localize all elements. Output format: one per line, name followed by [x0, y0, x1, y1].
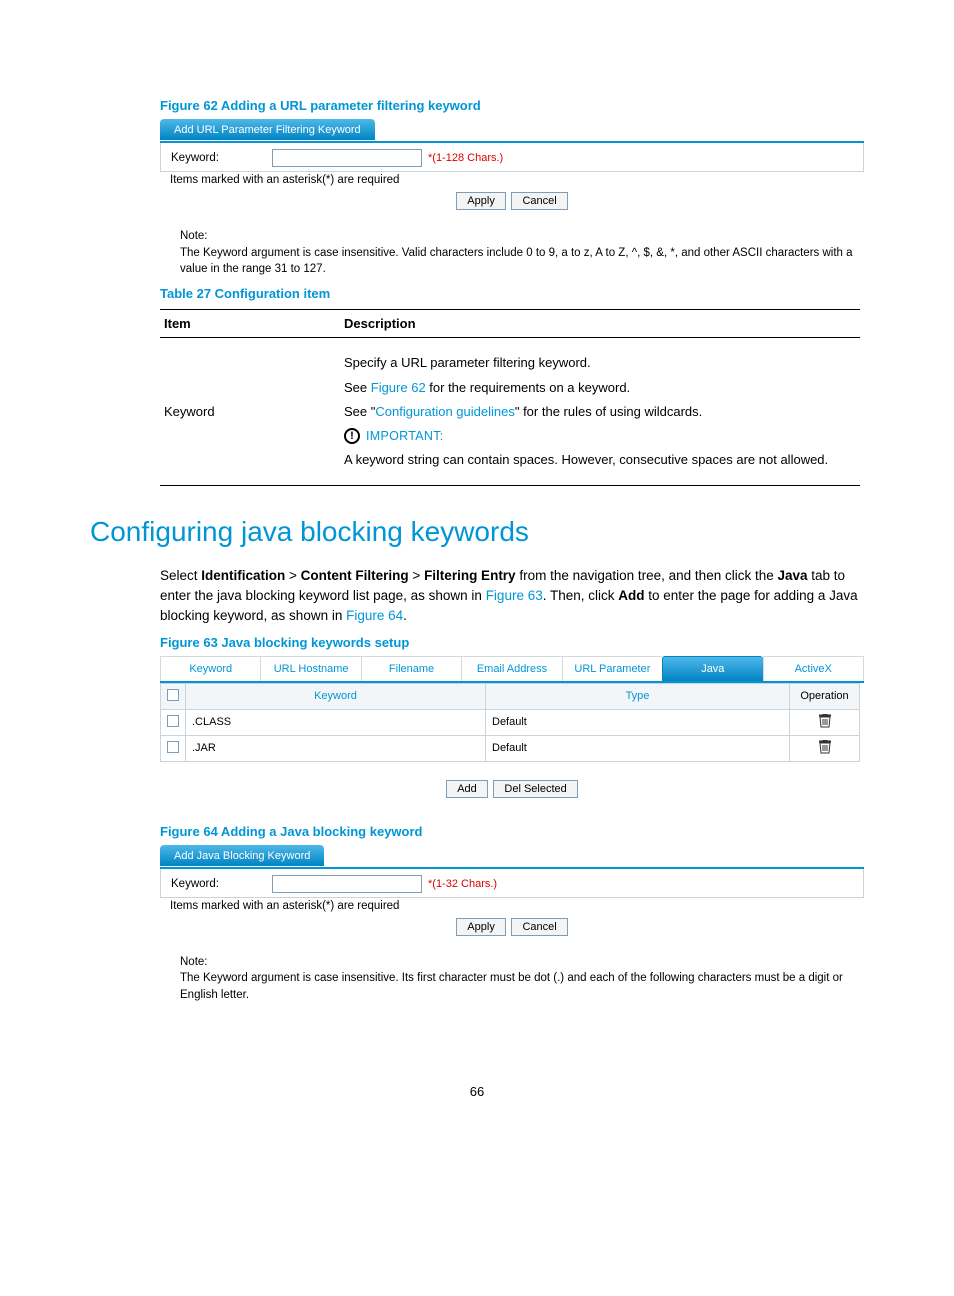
figure62-hint: *(1-128 Chars.): [428, 152, 503, 164]
tab-email-address[interactable]: Email Address: [461, 656, 561, 681]
note-body: The Keyword argument is case insensitive…: [180, 970, 864, 1003]
desc-line4: A keyword string can contain spaces. How…: [344, 450, 856, 470]
figure63-button-row: Add Del Selected: [160, 780, 864, 798]
link-figure62[interactable]: Figure 62: [371, 380, 426, 395]
important-row: ! IMPORTANT:: [344, 427, 856, 446]
delete-icon[interactable]: [819, 719, 831, 731]
nav-paragraph: Select Identification > Content Filterin…: [160, 566, 864, 627]
figure63-caption: Figure 63 Java blocking keywords setup: [160, 635, 864, 650]
tab-filename[interactable]: Filename: [361, 656, 461, 681]
figure64-cancel-button[interactable]: Cancel: [511, 918, 567, 936]
figure63-del-button[interactable]: Del Selected: [493, 780, 577, 798]
tab-url-hostname[interactable]: URL Hostname: [260, 656, 360, 681]
desc-line3: See "Configuration guidelines" for the r…: [344, 402, 856, 422]
table-row: .CLASS Default: [161, 709, 860, 735]
figure62-panel: Add URL Parameter Filtering Keyword Keyw…: [160, 119, 864, 172]
th-operation: Operation: [790, 683, 860, 709]
note-head: Note:: [180, 228, 864, 245]
link-figure63[interactable]: Figure 63: [486, 588, 543, 603]
figure62-caption: Figure 62 Adding a URL parameter filteri…: [160, 98, 864, 113]
th-checkbox: [161, 683, 186, 709]
tab-url-parameter[interactable]: URL Parameter: [562, 656, 662, 681]
row-checkbox[interactable]: [167, 741, 179, 753]
link-figure64[interactable]: Figure 64: [346, 608, 403, 623]
figure62-required-note: Items marked with an asterisk(*) are req…: [160, 174, 864, 186]
figure64-form: Keyword: *(1-32 Chars.): [160, 869, 864, 898]
table27-caption: Table 27 Configuration item: [160, 286, 864, 301]
delete-icon[interactable]: [819, 745, 831, 757]
figure64-required-note: Items marked with an asterisk(*) are req…: [160, 900, 864, 912]
cell-keyword: .JAR: [186, 735, 486, 761]
row-checkbox[interactable]: [167, 715, 179, 727]
cell-keyword: .CLASS: [186, 709, 486, 735]
th-type: Type: [486, 683, 790, 709]
note-head: Note:: [180, 954, 864, 971]
tab-java[interactable]: Java: [662, 656, 762, 681]
th-desc: Description: [340, 310, 860, 338]
tab-activex[interactable]: ActiveX: [763, 656, 864, 681]
figure62-cancel-button[interactable]: Cancel: [511, 192, 567, 210]
figure63-add-button[interactable]: Add: [446, 780, 488, 798]
figure62-form: Keyword: *(1-128 Chars.): [160, 143, 864, 172]
figure64-note: Note: The Keyword argument is case insen…: [160, 954, 864, 1004]
figure62-keyword-input[interactable]: [272, 149, 422, 167]
figure62-note: Note: The Keyword argument is case insen…: [160, 228, 864, 278]
link-config-guidelines[interactable]: Configuration guidelines: [375, 404, 514, 419]
figure62-apply-button[interactable]: Apply: [456, 192, 506, 210]
desc-line2: See Figure 62 for the requirements on a …: [344, 378, 856, 398]
important-label: IMPORTANT:: [366, 427, 444, 446]
table-row: .JAR Default: [161, 735, 860, 761]
figure64-caption: Figure 64 Adding a Java blocking keyword: [160, 824, 864, 839]
td-desc: Specify a URL parameter filtering keywor…: [340, 338, 860, 486]
desc-line1: Specify a URL parameter filtering keywor…: [344, 353, 856, 373]
figure62-tabbar: Add URL Parameter Filtering Keyword: [160, 119, 864, 143]
th-item: Item: [160, 310, 340, 338]
figure63-table: Keyword Type Operation .CLASS Default .J…: [160, 683, 860, 762]
cell-type: Default: [486, 709, 790, 735]
page-number: 66: [90, 1084, 864, 1099]
cell-type: Default: [486, 735, 790, 761]
figure64-button-row: Apply Cancel: [160, 918, 864, 936]
figure62-button-row: Apply Cancel: [160, 192, 864, 210]
figure62-tab: Add URL Parameter Filtering Keyword: [160, 119, 375, 140]
tab-keyword[interactable]: Keyword: [160, 656, 260, 681]
figure64-apply-button[interactable]: Apply: [456, 918, 506, 936]
figure62-keyword-label: Keyword:: [171, 152, 266, 164]
figure64-keyword-label: Keyword:: [171, 878, 266, 890]
figure64-keyword-input[interactable]: [272, 875, 422, 893]
select-all-checkbox[interactable]: [167, 689, 179, 701]
figure64-tabbar: Add Java Blocking Keyword: [160, 845, 864, 869]
section-heading: Configuring java blocking keywords: [90, 516, 864, 548]
th-keyword: Keyword: [186, 683, 486, 709]
important-icon: !: [344, 428, 360, 444]
note-body: The Keyword argument is case insensitive…: [180, 245, 864, 278]
figure64-hint: *(1-32 Chars.): [428, 878, 497, 890]
td-item: Keyword: [160, 338, 340, 486]
figure64-panel: Add Java Blocking Keyword Keyword: *(1-3…: [160, 845, 864, 898]
figure63-tabs: Keyword URL Hostname Filename Email Addr…: [160, 656, 864, 683]
table27: Item Description Keyword Specify a URL p…: [160, 309, 860, 486]
figure64-tab: Add Java Blocking Keyword: [160, 845, 324, 866]
